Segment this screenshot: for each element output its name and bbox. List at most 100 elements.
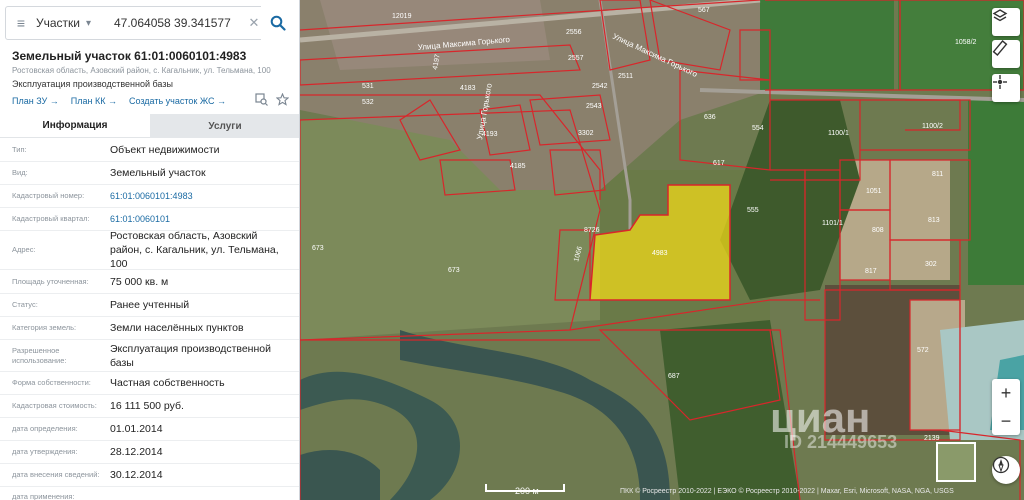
parcel-label: 673 bbox=[312, 245, 324, 252]
create-parcel-link[interactable]: Создать участок ЖС → bbox=[129, 96, 226, 106]
search-type-select[interactable]: Участки ▾ bbox=[36, 16, 106, 30]
minimap[interactable] bbox=[936, 442, 976, 482]
parcel-label: 302 bbox=[925, 261, 937, 268]
plan-kk-link[interactable]: План КК → bbox=[71, 96, 117, 106]
panel-tools bbox=[255, 93, 289, 106]
permitted-use-line: Эксплуатация производственной базы bbox=[12, 79, 173, 89]
row-key: дата определения: bbox=[12, 424, 78, 433]
zoom-to-icon[interactable] bbox=[255, 93, 268, 106]
parcel-label: 554 bbox=[752, 125, 764, 132]
tabs: Информация Услуги bbox=[0, 114, 299, 138]
plus-icon[interactable]: + bbox=[992, 379, 1020, 407]
star-icon[interactable] bbox=[276, 93, 289, 106]
row-cadastral-number: Кадастровый номер: 61:01:0060101:4983 bbox=[0, 185, 299, 208]
row-value: 28.12.2014 bbox=[110, 446, 163, 458]
row-value: 01.01.2014 bbox=[110, 423, 163, 435]
row-key: Тип: bbox=[12, 144, 27, 154]
row-ownership: Форма собственности: Частная собственност… bbox=[0, 372, 299, 395]
parcel-label: 2543 bbox=[586, 103, 602, 110]
parcel-label: 808 bbox=[872, 227, 884, 234]
chevron-down-icon: ▾ bbox=[86, 17, 92, 29]
row-value: Земли населённых пунктов bbox=[110, 322, 244, 334]
row-value: 30.12.2014 bbox=[110, 469, 163, 481]
minus-icon[interactable]: − bbox=[992, 407, 1020, 435]
row-value: Частная собственность bbox=[110, 377, 225, 389]
layers-button[interactable] bbox=[992, 8, 1020, 36]
row-type: Тип: Объект недвижимости bbox=[0, 138, 299, 162]
parcel-label: 4185 bbox=[510, 163, 526, 170]
row-value: Земельный участок bbox=[110, 167, 206, 179]
row-status: Статус: Ранее учтенный bbox=[0, 294, 299, 317]
parcel-label: 1051 bbox=[866, 188, 882, 195]
parcel-label: 687 bbox=[668, 373, 680, 380]
parcel-label: 617 bbox=[713, 160, 725, 167]
parcel-label: 813 bbox=[928, 217, 940, 224]
scale-label: 200 м bbox=[515, 486, 539, 496]
parcel-label: 2511 bbox=[618, 73, 633, 80]
parcel-label: 1058/2 bbox=[955, 39, 977, 46]
map-view[interactable]: Улица Максима Горького Улица Максима Гор… bbox=[300, 0, 1024, 500]
locate-button[interactable] bbox=[992, 74, 1020, 102]
cadastral-quarter-link[interactable]: 61:01:0060101 bbox=[110, 212, 288, 226]
parcel-label: 1100/1 bbox=[828, 130, 849, 137]
info-panel: ≡ Участки ▾ ✕ Земельный участок 61:01:00… bbox=[0, 0, 300, 500]
row-key: Кадастровый квартал: bbox=[12, 214, 90, 223]
parcel-label: 2542 bbox=[592, 83, 608, 90]
parcel-label: 811 bbox=[932, 171, 943, 178]
row-area: Площадь уточненная: 75 000 кв. м bbox=[0, 270, 299, 294]
row-cadastral-value: Кадастровая стоимость: 16 111 500 руб. bbox=[0, 395, 299, 418]
close-icon[interactable]: ✕ bbox=[247, 15, 261, 31]
parcel-label: 636 bbox=[704, 114, 716, 121]
row-land-category: Категория земель: Земли населённых пункто… bbox=[0, 317, 299, 340]
row-cadastral-quarter: Кадастровый квартал: 61:01:0060101 bbox=[0, 208, 299, 231]
ruler-button[interactable] bbox=[992, 40, 1020, 68]
attribution: ПКК © Росреестр 2010-2022 | ЕЭКО © Росре… bbox=[620, 488, 954, 495]
row-value: Объект недвижимости bbox=[110, 143, 220, 156]
row-date-approved: дата утверждения: 28.12.2014 bbox=[0, 441, 299, 464]
plan-zu-link[interactable]: План ЗУ → bbox=[12, 96, 59, 106]
page-title: Земельный участок 61:01:0060101:4983 bbox=[12, 49, 247, 63]
action-links: План ЗУ → План КК → Создать участок ЖС → bbox=[12, 96, 226, 106]
search-input[interactable] bbox=[106, 7, 247, 39]
search-type-label: Участки bbox=[36, 16, 80, 30]
tab-services[interactable]: Услуги bbox=[150, 114, 299, 138]
parcel-label: 2139 bbox=[924, 435, 940, 442]
plan-kk-label: План КК bbox=[70, 96, 106, 106]
layers-icon bbox=[992, 9, 1008, 22]
row-key: дата утверждения: bbox=[12, 447, 78, 456]
parcel-label: 4183 bbox=[460, 85, 476, 92]
address-subtitle: Ростовская область, Азовский район, с. К… bbox=[12, 66, 271, 75]
row-key: дата внесения сведений: bbox=[12, 470, 100, 479]
row-permitted-use: Разрешенное использование: Эксплуатация п… bbox=[0, 340, 299, 372]
search-button[interactable] bbox=[261, 6, 295, 40]
parcel-label: 12019 bbox=[392, 13, 412, 20]
compass-icon bbox=[992, 456, 1010, 474]
tab-info[interactable]: Информация bbox=[0, 114, 150, 138]
parcel-label: 1101/1 bbox=[822, 220, 843, 227]
compass-button[interactable] bbox=[992, 456, 1020, 484]
row-value: Эксплуатация производственной базы bbox=[110, 342, 271, 369]
parcel-label: 572 bbox=[917, 347, 929, 354]
row-key: Форма собственности: bbox=[12, 378, 91, 387]
parcel-label: 555 bbox=[747, 207, 759, 214]
cadastral-number-link[interactable]: 61:01:0060101:4983 bbox=[110, 189, 288, 203]
attribute-list: Тип: Объект недвижимости Вид: Земельный уч… bbox=[0, 138, 299, 500]
parcel-label: 4983 bbox=[652, 250, 668, 257]
row-value: 16 111 500 руб. bbox=[110, 400, 184, 412]
row-key: Разрешенное использование: bbox=[12, 345, 67, 365]
menu-icon[interactable]: ≡ bbox=[6, 7, 36, 39]
parcel-label: 673 bbox=[448, 267, 460, 274]
parcel-label: 531 bbox=[362, 83, 374, 90]
satellite-map[interactable]: Улица Максима Горького Улица Максима Гор… bbox=[300, 0, 1024, 500]
row-key: Кадастровый номер: bbox=[12, 191, 85, 200]
row-value: 75 000 кв. м bbox=[110, 275, 169, 288]
row-address: Адрес: Ростовская область, Азовский район… bbox=[0, 230, 299, 270]
create-parcel-label: Создать участок ЖС bbox=[128, 96, 215, 106]
row-key: Адрес: bbox=[12, 245, 36, 254]
zoom-control: + − bbox=[992, 379, 1020, 435]
row-key: Площадь уточненная: bbox=[12, 276, 89, 286]
row-key: Вид: bbox=[12, 168, 28, 177]
row-kind: Вид: Земельный участок bbox=[0, 162, 299, 185]
row-date-applied: дата применения: bbox=[0, 487, 299, 500]
parcel-label: 3302 bbox=[578, 130, 594, 137]
